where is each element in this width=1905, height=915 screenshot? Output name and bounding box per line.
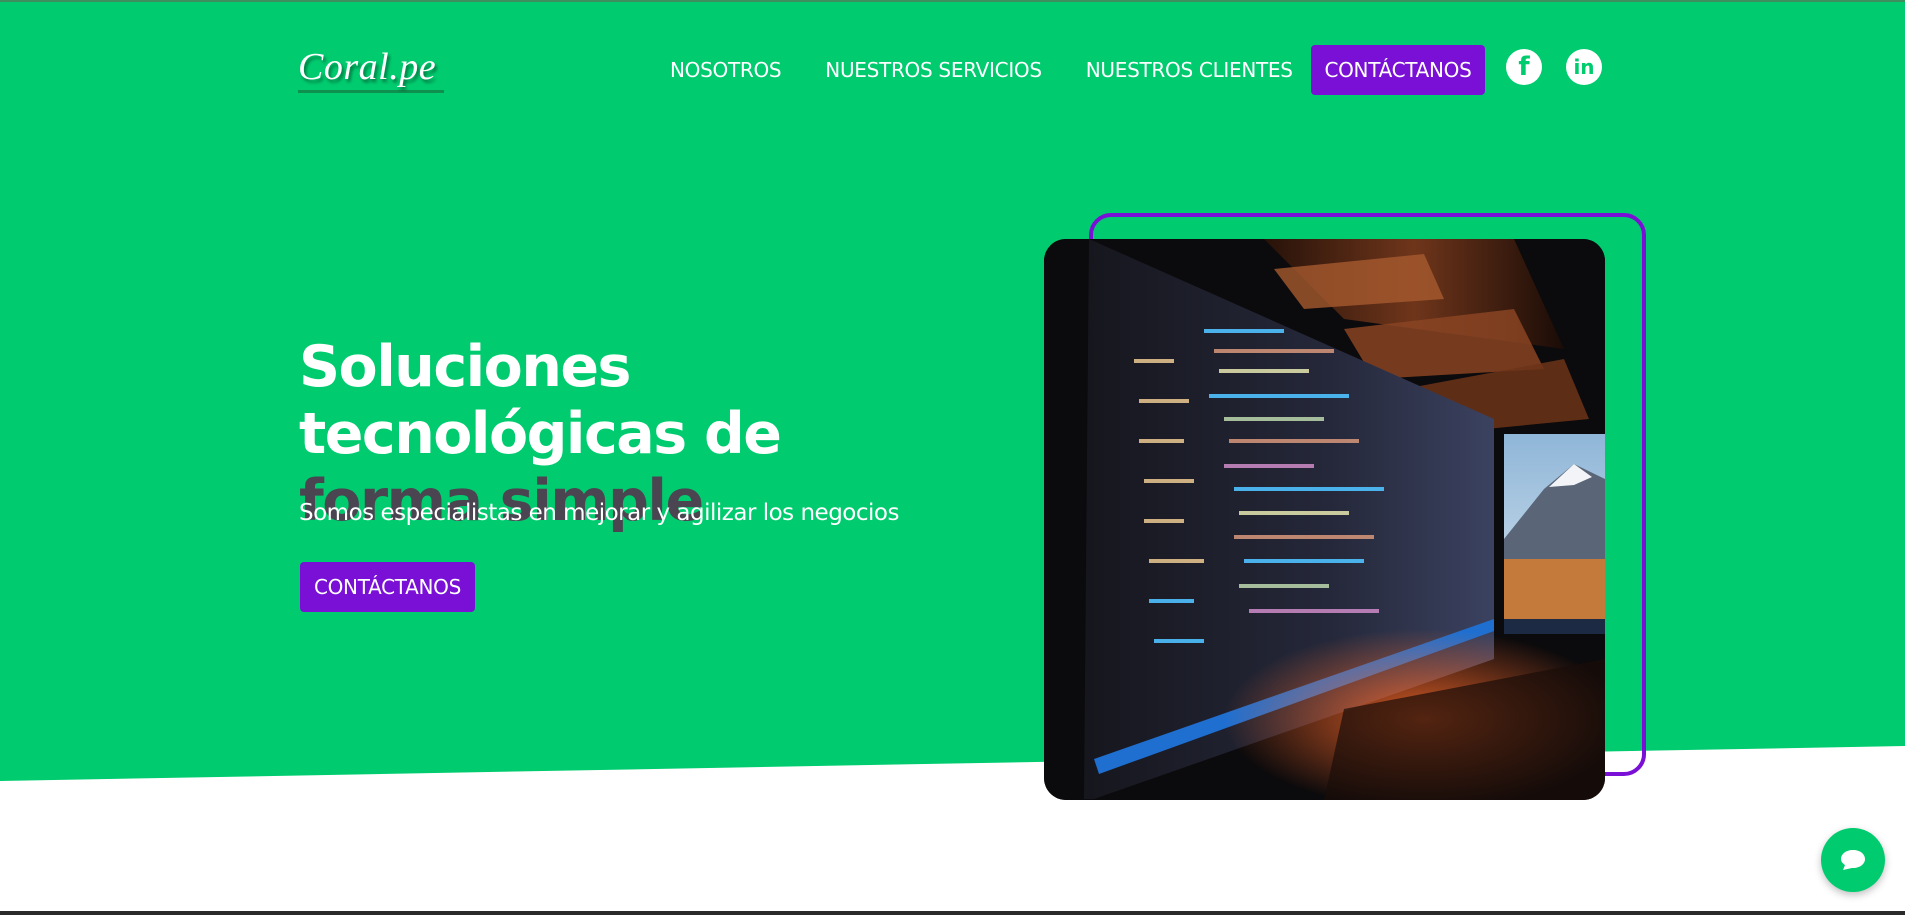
- main-nav: NOSOTROS NUESTROS SERVICIOS NUESTROS CLI…: [670, 45, 1337, 95]
- chat-bubble-icon: [1841, 850, 1865, 870]
- logo[interactable]: Coral.pe: [298, 38, 448, 96]
- linkedin-glyph: in: [1573, 55, 1595, 79]
- monitor-code-photo-icon: [1044, 239, 1605, 800]
- logo-underline: [298, 90, 444, 93]
- facebook-icon[interactable]: f: [1506, 49, 1542, 85]
- logo-text: Coral.pe: [298, 46, 437, 88]
- chat-button[interactable]: [1821, 828, 1885, 892]
- nav-link-nosotros[interactable]: NOSOTROS: [670, 45, 782, 95]
- nav-link-clientes[interactable]: NUESTROS CLIENTES: [1086, 45, 1293, 95]
- hero-subtitle: Somos especialistas en mejorar y agiliza…: [299, 500, 899, 526]
- hero-contact-button[interactable]: CONTÁCTANOS: [300, 562, 475, 612]
- linkedin-icon[interactable]: in: [1566, 49, 1602, 85]
- facebook-glyph: f: [1518, 52, 1530, 82]
- hero-headline-line1: Soluciones tecnológicas de: [299, 334, 782, 467]
- nav-contact-button[interactable]: CONTÁCTANOS: [1311, 45, 1485, 95]
- nav-link-servicios[interactable]: NUESTROS SERVICIOS: [825, 45, 1042, 95]
- bottom-border: [0, 911, 1905, 915]
- hero-image: [1044, 239, 1605, 800]
- top-border: [0, 0, 1905, 2]
